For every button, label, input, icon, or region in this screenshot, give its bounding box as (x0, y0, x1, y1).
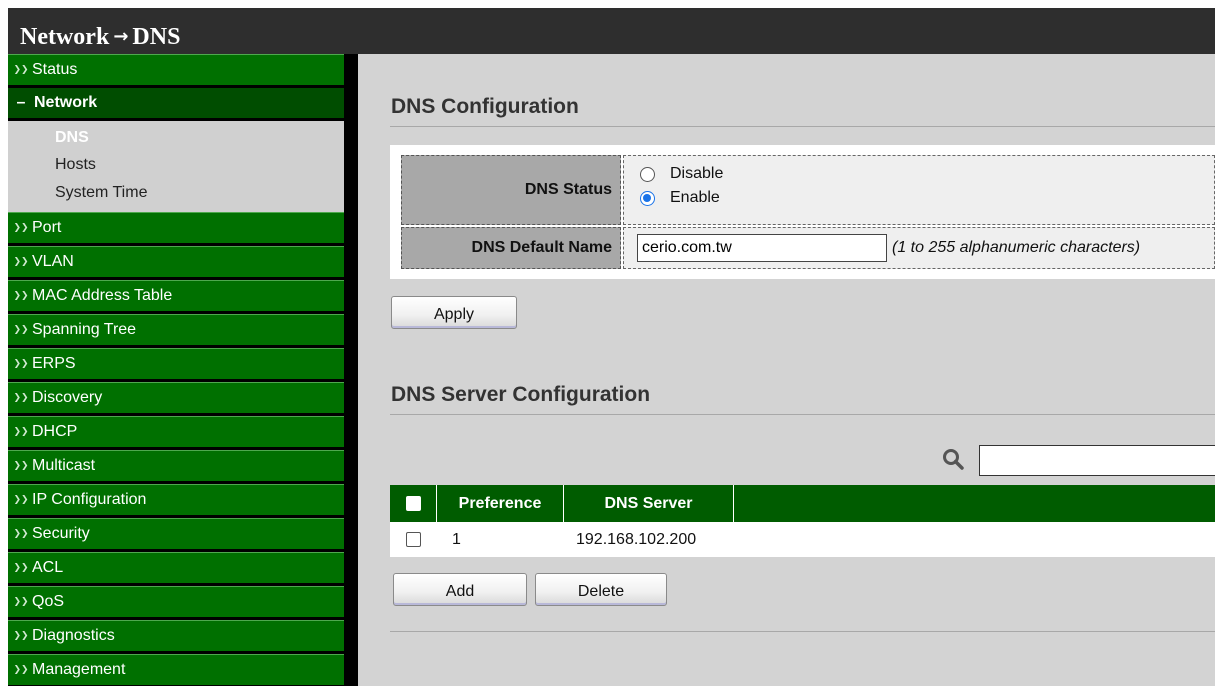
breadcrumb-parent: Network (20, 24, 110, 50)
dns-server-table: Preference DNS Server 1 192.168.102.200 (390, 485, 1215, 557)
divider (390, 414, 1215, 415)
sidebar-item-label: IP Configuration (32, 491, 147, 508)
dns-server-configuration-title: DNS Server Configuration (391, 383, 651, 406)
sidebar-item-dhcp[interactable]: ❯❯ DHCP (8, 416, 344, 447)
dns-status-label: DNS Status (401, 155, 621, 225)
select-all-cell (390, 485, 437, 522)
sidebar-item-diagnostics[interactable]: ❯❯ Diagnostics (8, 620, 344, 651)
row-checkbox[interactable] (406, 532, 421, 547)
sidebar-item-spanning-tree[interactable]: ❯❯ Spanning Tree (8, 314, 344, 345)
sidebar-item-security[interactable]: ❯❯ Security (8, 518, 344, 549)
table-row: 1 192.168.102.200 (390, 522, 1215, 557)
sidebar-item-mac-address-table[interactable]: ❯❯ MAC Address Table (8, 280, 344, 311)
divider (390, 126, 1215, 127)
sidebar-item-status[interactable]: ❯❯ Status (8, 54, 344, 85)
network-submenu: DNS Hosts System Time (8, 121, 344, 212)
dns-config-panel: DNS Status Disable Enable DNS Default Na… (390, 145, 1215, 279)
search-input[interactable] (979, 445, 1215, 476)
double-chevron-down-icon: ❯❯ (13, 665, 29, 675)
sidebar-item-port[interactable]: ❯❯ Port (8, 212, 344, 243)
sidebar-item-ip-configuration[interactable]: ❯❯ IP Configuration (8, 484, 344, 515)
double-chevron-down-icon: ❯❯ (13, 325, 29, 335)
breadcrumb-current: DNS (132, 24, 181, 50)
select-all-checkbox[interactable] (405, 496, 421, 511)
dns-default-name-input[interactable]: cerio.com.tw (637, 234, 887, 262)
sidebar-item-acl[interactable]: ❯❯ ACL (8, 552, 344, 583)
row-checkbox-cell (406, 522, 421, 557)
add-button[interactable]: Add (393, 573, 527, 606)
double-chevron-down-icon: ❯❯ (13, 393, 29, 403)
dns-default-name-cell: cerio.com.tw (1 to 255 alphanumeric char… (623, 227, 1215, 269)
sidebar-item-label: Diagnostics (32, 627, 115, 644)
row-preference: 1 (452, 530, 461, 548)
radio-disable-button[interactable] (640, 166, 655, 182)
divider (390, 631, 1215, 632)
page-header: Network → DNS (8, 8, 1215, 54)
double-chevron-down-icon: ❯❯ (13, 529, 29, 539)
double-chevron-down-icon: ❯❯ (13, 291, 29, 301)
column-dns-server[interactable]: DNS Server (564, 485, 734, 522)
double-chevron-down-icon: ❯❯ (13, 257, 29, 267)
sidebar-item-network[interactable]: – Network (8, 87, 344, 118)
submenu-item-dns[interactable]: DNS (55, 129, 89, 147)
sidebar-item-label: VLAN (32, 253, 74, 270)
dns-configuration-title: DNS Configuration (391, 95, 579, 118)
submenu-item-system-time[interactable]: System Time (55, 184, 147, 202)
sidebar-item-label: Discovery (32, 389, 103, 406)
sidebar-item-label: Management (32, 661, 126, 678)
double-chevron-down-icon: ❯❯ (13, 631, 29, 641)
double-chevron-down-icon: ❯❯ (13, 563, 29, 573)
radio-enable-button[interactable] (640, 190, 655, 206)
double-chevron-down-icon: ❯❯ (13, 597, 29, 607)
sidebar-item-label: QoS (32, 593, 65, 610)
search-icon[interactable] (941, 447, 965, 471)
delete-button[interactable]: Delete (535, 573, 667, 606)
sidebar-item-qos[interactable]: ❯❯ QoS (8, 586, 344, 617)
sidebar-item-label: Spanning Tree (32, 321, 137, 338)
submenu-item-hosts[interactable]: Hosts (55, 156, 96, 174)
sidebar-item-label: Network (34, 94, 98, 111)
arrow-right-icon: → (113, 26, 129, 47)
dns-default-name-label: DNS Default Name (401, 227, 621, 269)
radio-enable[interactable]: Enable (640, 189, 720, 207)
dns-default-name-hint: (1 to 255 alphanumeric characters) (892, 239, 1141, 256)
breadcrumb: Network → DNS (20, 24, 180, 51)
sidebar-item-multicast[interactable]: ❯❯ Multicast (8, 450, 344, 481)
radio-disable[interactable]: Disable (640, 165, 723, 183)
sidebar-item-label: Port (32, 219, 62, 236)
sidebar-divider (344, 54, 358, 686)
column-preference[interactable]: Preference (437, 485, 564, 522)
sidebar-item-vlan[interactable]: ❯❯ VLAN (8, 246, 344, 277)
sidebar-item-label: Status (32, 61, 78, 78)
double-chevron-down-icon: ❯❯ (13, 495, 29, 505)
radio-enable-label: Enable (670, 189, 720, 206)
double-chevron-down-icon: ❯❯ (13, 461, 29, 471)
sidebar-item-label: MAC Address Table (32, 287, 173, 304)
double-chevron-down-icon: ❯❯ (13, 427, 29, 437)
row-dns-server: 192.168.102.200 (576, 530, 697, 548)
sidebar-item-label: ERPS (32, 355, 76, 372)
table-header: Preference DNS Server (390, 485, 1215, 522)
dns-status-cell: Disable Enable (623, 155, 1215, 225)
sidebar-item-discovery[interactable]: ❯❯ Discovery (8, 382, 344, 413)
minus-icon: – (16, 94, 26, 111)
double-chevron-down-icon: ❯❯ (13, 359, 29, 369)
sidebar-item-label: Security (32, 525, 90, 542)
sidebar-item-management[interactable]: ❯❯ Management (8, 654, 344, 685)
sidebar-item-erps[interactable]: ❯❯ ERPS (8, 348, 344, 379)
sidebar-item-label: DHCP (32, 423, 78, 440)
double-chevron-down-icon: ❯❯ (13, 223, 29, 233)
sidebar-item-label: Multicast (32, 457, 96, 474)
radio-disable-label: Disable (670, 165, 724, 182)
sidebar-item-label: ACL (32, 559, 64, 576)
apply-button[interactable]: Apply (391, 296, 517, 329)
double-chevron-down-icon: ❯❯ (13, 65, 29, 75)
